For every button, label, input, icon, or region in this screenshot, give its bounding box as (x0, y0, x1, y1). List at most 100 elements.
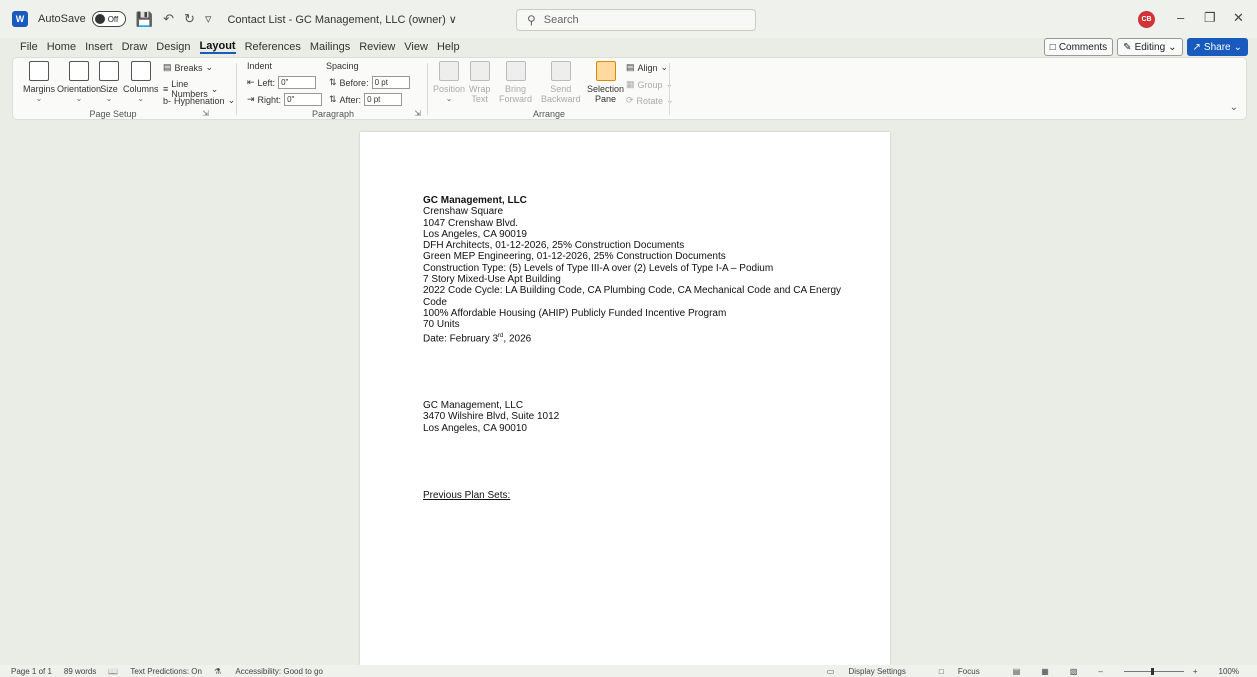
arrange-group: Position ⌄ Wrap Text Bring Forward Send Back… (429, 58, 674, 121)
web-layout-icon[interactable]: ▧ (1070, 667, 1078, 676)
undo-icon[interactable]: ↶ (163, 11, 174, 27)
menu-draw[interactable]: Draw (122, 41, 148, 53)
comments-button[interactable]: □ Comments (1043, 38, 1114, 56)
autosave-state: Off (107, 14, 119, 24)
focus-label: Focus (957, 666, 980, 676)
arrange-label: Arrange (532, 109, 566, 119)
document-page[interactable]: GC Management, LLC Crenshaw Square 1047 … (360, 132, 890, 665)
bring-forward-icon (505, 61, 526, 81)
menu-home[interactable]: Home (47, 41, 76, 53)
rotate-button[interactable]: ⟳Rotate⌄ (626, 95, 674, 106)
group-button[interactable]: ▦Group⌄ (626, 79, 673, 90)
menu-references[interactable]: References (245, 41, 301, 53)
menu-mailings[interactable]: Mailings (310, 41, 350, 53)
selection-pane-button[interactable]: Selection Pane (587, 61, 624, 104)
indent-right-input[interactable]: 0" (284, 93, 323, 106)
zoom-in-icon[interactable]: + (1193, 667, 1198, 676)
document-body[interactable]: GC Management, LLC Crenshaw Square 1047 … (423, 195, 853, 501)
customize-quick-access-icon[interactable]: ▿ (205, 11, 212, 27)
menu-file[interactable]: File (20, 41, 38, 53)
chevron-down-icon: ⌄ (75, 94, 83, 103)
wrap-text-button[interactable]: Wrap Text (469, 61, 490, 104)
spacing-after-input[interactable]: 0 pt (364, 93, 403, 106)
send-backward-label-1: Send (550, 84, 572, 94)
paragraph-label: Paragraph (311, 109, 355, 119)
previous-plan-sets: Previous Plan Sets: (423, 490, 511, 502)
print-layout-icon[interactable]: ▦ (1041, 667, 1049, 676)
user-avatar[interactable]: CB (1138, 11, 1155, 28)
menu-help[interactable]: Help (437, 41, 460, 53)
orientation-button[interactable]: Orientation ⌄ (57, 61, 101, 103)
read-mode-icon[interactable]: ▤ (1013, 667, 1021, 676)
chevron-down-icon: ⌄ (227, 95, 236, 105)
address-line: 3470 Wilshire Blvd, Suite 1012 (423, 411, 560, 423)
text-predictions[interactable]: Text Predictions: On (130, 667, 202, 676)
size-button[interactable]: Size ⌄ (99, 61, 119, 103)
minimize-icon[interactable]: – (1177, 10, 1184, 25)
page-setup-label: Page Setup (89, 109, 137, 119)
indent-right-row: ⇥ Right: 0" (247, 93, 323, 106)
share-button[interactable]: ↗ Share ⌄ (1186, 38, 1248, 56)
book-icon[interactable]: 📖 (108, 667, 118, 676)
chevron-down-icon: ⌄ (105, 94, 113, 103)
breaks-icon: ▤ (163, 62, 172, 72)
position-icon (439, 61, 460, 81)
redo-icon[interactable]: ↻ (184, 11, 195, 27)
search-icon: ⚲ (527, 13, 536, 27)
editing-label: Editing (1134, 41, 1166, 53)
send-backward-button[interactable]: Send Backward (541, 61, 581, 104)
display-settings[interactable]: ▭ Display Settings (827, 667, 918, 676)
menu-layout[interactable]: Layout (199, 40, 236, 54)
chevron-down-icon: ⌄ (205, 62, 214, 72)
word-count[interactable]: 89 words (64, 667, 96, 676)
page-setup-launcher-icon[interactable]: ⇲ (202, 109, 209, 118)
doc-line: Green MEP Engineering, 01-12-2026, 25% C… (423, 251, 726, 263)
breaks-button[interactable]: ▤ Breaks ⌄ (163, 62, 213, 73)
zoom-slider[interactable] (1123, 667, 1184, 675)
document-title[interactable]: Contact List - GC Management, LLC (owner… (227, 13, 456, 26)
menu-view[interactable]: View (404, 41, 428, 53)
bring-forward-label-2: Forward (499, 94, 533, 104)
autosave-label: AutoSave (38, 13, 86, 25)
accessibility-status[interactable]: ⚗ Accessibility: Good to go (214, 667, 335, 676)
save-icon[interactable]: 💾 (136, 11, 153, 28)
autosave-toggle[interactable]: Off (91, 11, 126, 27)
size-label: Size (100, 84, 118, 94)
bring-forward-button[interactable]: Bring Forward (499, 61, 532, 104)
rotate-icon: ⟳ (626, 95, 634, 105)
doc-line: Los Angeles, CA 90019 (423, 228, 527, 240)
align-button[interactable]: ▤ Align ⌄ (626, 62, 668, 73)
address-line: Los Angeles, CA 90010 (423, 422, 527, 434)
spacing-before-input[interactable]: 0 pt (371, 76, 410, 89)
doc-line: 1047 Crenshaw Blvd. (423, 217, 519, 229)
rotate-label: Rotate (636, 95, 664, 106)
spacing-before-icon: ⇅ (329, 77, 337, 87)
zoom-out-icon[interactable]: – (1098, 667, 1102, 676)
restore-icon[interactable]: ❐ (1204, 10, 1216, 26)
position-label: Position (433, 84, 466, 94)
position-button[interactable]: Position ⌄ (433, 61, 465, 103)
columns-button[interactable]: Columns ⌄ (123, 61, 159, 103)
zoom-slider-thumb[interactable] (1150, 667, 1154, 675)
indent-left-input[interactable]: 0" (278, 76, 317, 89)
send-backward-label-2: Backward (541, 94, 581, 104)
zoom-level[interactable]: 100% (1219, 667, 1239, 676)
breaks-label: Breaks (174, 62, 203, 73)
margins-button[interactable]: Margins ⌄ (23, 61, 55, 103)
paragraph-launcher-icon[interactable]: ⇲ (414, 109, 421, 118)
menu-design[interactable]: Design (156, 41, 190, 53)
menu-insert[interactable]: Insert (85, 41, 113, 53)
menu-review[interactable]: Review (359, 41, 395, 53)
close-icon[interactable]: ✕ (1233, 10, 1244, 26)
hyphenation-button[interactable]: b‑ Hyphenation ⌄ (163, 95, 235, 106)
comment-icon: □ (1049, 41, 1056, 53)
search-box[interactable]: ⚲ Search (516, 9, 756, 31)
page-count[interactable]: Page 1 of 1 (11, 667, 52, 676)
toggle-knob (94, 14, 105, 24)
status-bar: Page 1 of 1 89 words 📖 Text Predictions:… (0, 665, 1257, 677)
chevron-down-icon[interactable]: ⌄ (1230, 102, 1238, 113)
focus-button[interactable]: □ Focus (939, 667, 992, 676)
editing-button[interactable]: ✎ Editing ⌄ (1117, 38, 1183, 56)
status-right: ▭ Display Settings □ Focus ▤ ▦ ▧ – + 100… (827, 665, 1251, 677)
align-icon: ▤ (626, 62, 635, 72)
